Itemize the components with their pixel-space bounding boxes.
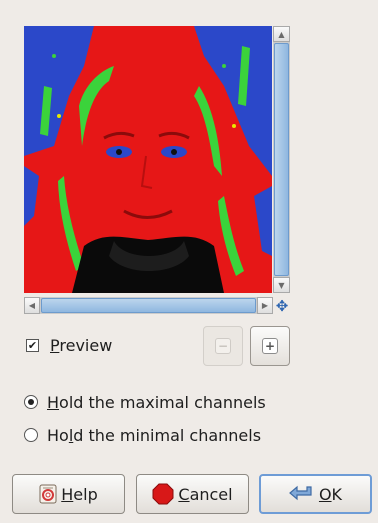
ok-button[interactable]: OK	[259, 474, 372, 514]
zoom-out-icon: −	[215, 338, 231, 354]
scroll-down-arrow-icon[interactable]: ▼	[273, 277, 290, 293]
horizontal-scroll-thumb[interactable]	[41, 298, 256, 313]
radio-button[interactable]	[24, 428, 38, 442]
radio-button[interactable]	[24, 395, 38, 409]
zoom-in-button[interactable]: +	[250, 326, 290, 366]
vertical-scrollbar[interactable]: ▲ ▼	[273, 26, 290, 293]
radio-hold-minimal[interactable]: Hold the minimal channels	[24, 423, 261, 447]
scroll-up-arrow-icon[interactable]: ▲	[273, 26, 290, 42]
scroll-right-arrow-icon[interactable]: ▶	[257, 297, 273, 314]
preview-label: Preview	[50, 335, 113, 355]
navigate-move-icon[interactable]: ✥	[273, 297, 291, 315]
help-icon	[39, 484, 57, 504]
zoom-in-icon: +	[262, 338, 278, 354]
cancel-icon	[152, 483, 174, 505]
ok-label: OK	[318, 484, 343, 504]
radio-hold-maximal[interactable]: Hold the maximal channels	[24, 390, 266, 414]
preview-checkbox[interactable]: ✔	[26, 338, 39, 352]
cancel-label: Cancel	[178, 484, 233, 504]
vertical-scroll-thumb[interactable]	[274, 43, 289, 276]
horizontal-scrollbar[interactable]: ◀ ▶	[24, 297, 273, 314]
preview-image[interactable]	[24, 26, 272, 293]
preview-checkbox-row[interactable]: ✔ Preview	[26, 334, 112, 356]
radio-label-maximal: Hold the maximal channels	[47, 392, 266, 412]
scroll-left-arrow-icon[interactable]: ◀	[24, 297, 40, 314]
help-label: Help	[61, 484, 98, 504]
help-button[interactable]: Help	[12, 474, 125, 514]
ok-icon	[289, 485, 315, 503]
radio-label-minimal: Hold the minimal channels	[47, 425, 262, 445]
zoom-out-button[interactable]: −	[203, 326, 243, 366]
cancel-button[interactable]: Cancel	[136, 474, 249, 514]
